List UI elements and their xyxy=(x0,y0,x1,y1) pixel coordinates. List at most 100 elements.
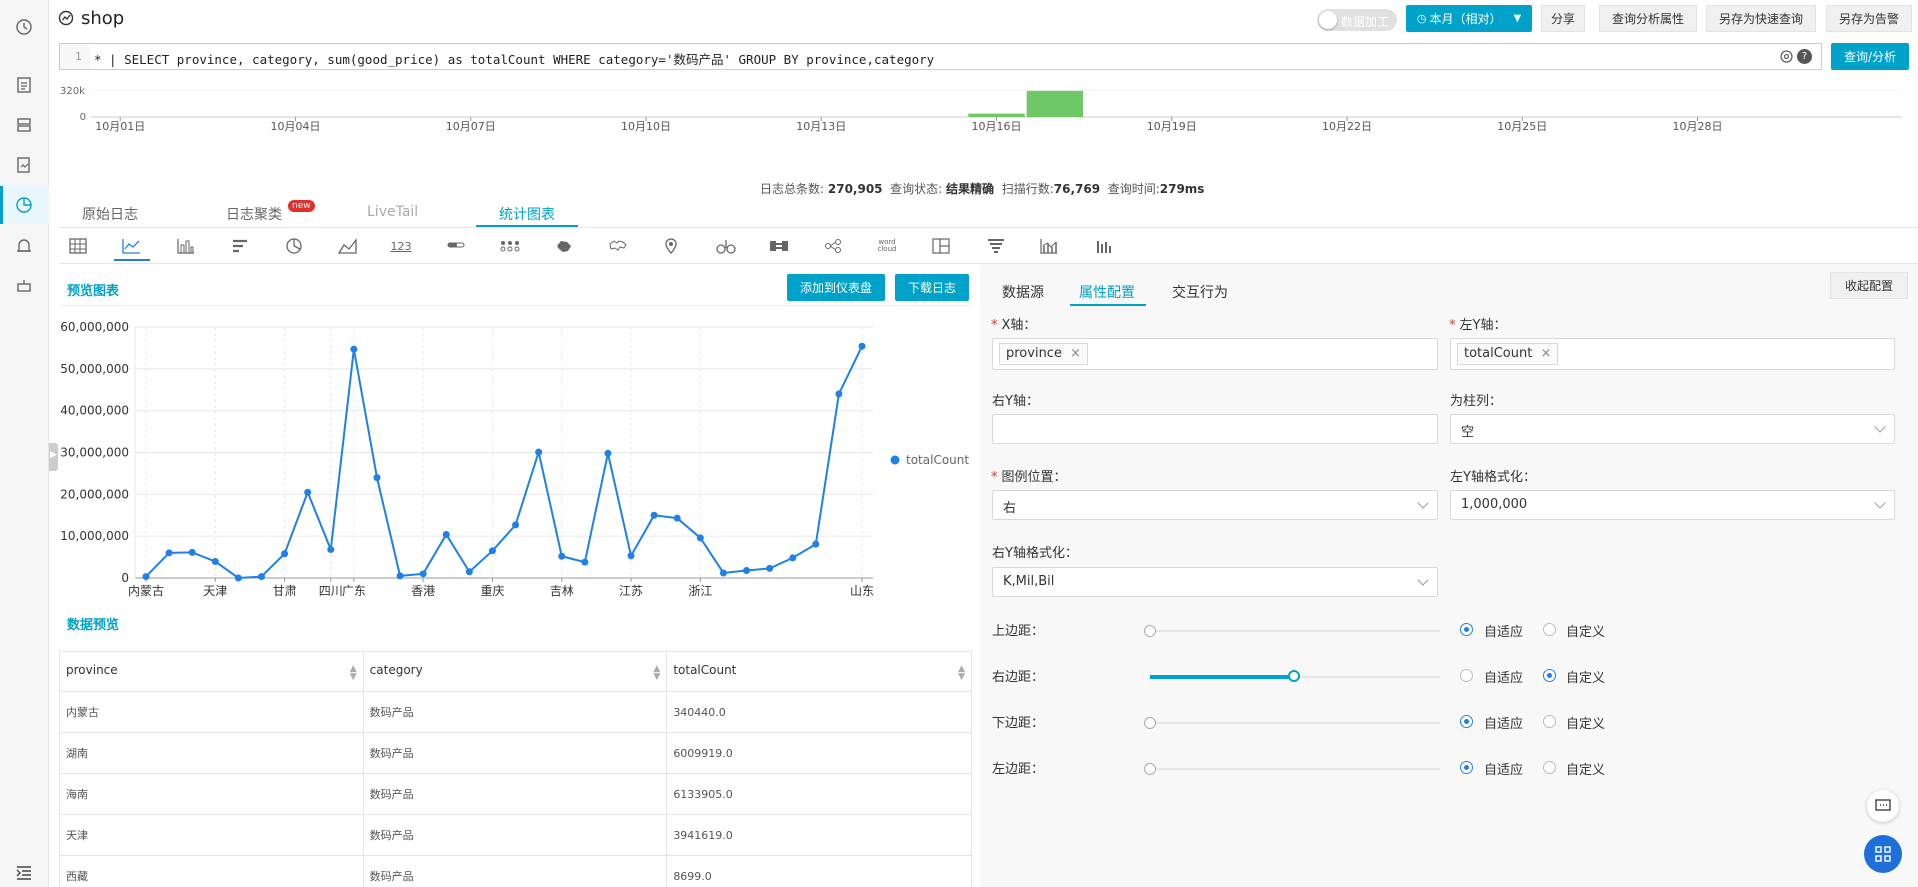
hist-x-label: 10月07日 xyxy=(446,120,496,133)
world-map-icon[interactable] xyxy=(608,237,628,255)
save-alert-button[interactable]: 另存为告警 xyxy=(1826,5,1912,32)
query-attrs-button[interactable]: 查询分析属性 xyxy=(1599,5,1697,32)
bar-chart-icon[interactable] xyxy=(230,237,250,255)
table-cell: 西藏 xyxy=(59,855,364,887)
margin-right-custom-radio[interactable] xyxy=(1543,669,1556,682)
alert-icon[interactable] xyxy=(13,234,35,256)
margin-left-slider-knob[interactable] xyxy=(1144,763,1156,775)
right-y-format-select[interactable]: K,Mil,Bil xyxy=(992,567,1438,597)
margin-top-auto-radio[interactable] xyxy=(1460,623,1473,636)
flow-chart-icon[interactable] xyxy=(716,237,736,255)
storage-icon[interactable] xyxy=(13,114,35,136)
column-header-label: province xyxy=(66,662,118,677)
data-point xyxy=(465,568,473,576)
query-submit-button[interactable]: 查询/分析 xyxy=(1831,43,1909,70)
scan-value: 76,769 xyxy=(1053,182,1101,196)
collapse-config-button[interactable]: 收起配置 xyxy=(1830,272,1908,299)
margin-bottom-slider-knob[interactable] xyxy=(1144,717,1156,729)
column-header-totalcount[interactable]: totalCount ▲ ▼ xyxy=(666,651,972,692)
margin-left-label: 左边距： xyxy=(992,762,1045,777)
word-cloud-icon[interactable]: word cloud xyxy=(877,237,897,255)
sort-icon[interactable]: ▲ ▼ xyxy=(653,664,660,681)
funnel-icon[interactable] xyxy=(986,237,1006,255)
column-header-category[interactable]: category ▲ ▼ xyxy=(362,651,668,692)
remove-tag-icon[interactable]: × xyxy=(1070,346,1081,361)
data-point xyxy=(719,569,727,577)
left-y-format-select[interactable]: 1,000,000 xyxy=(1450,490,1895,520)
margin-right-auto-radio[interactable] xyxy=(1460,669,1473,682)
right-y-axis-field[interactable] xyxy=(992,414,1438,444)
x-axis-field[interactable]: province × xyxy=(992,338,1438,370)
margin-top-slider[interactable] xyxy=(1150,630,1440,632)
data-point xyxy=(696,534,704,542)
line-chart-icon[interactable] xyxy=(121,237,141,255)
help-icon[interactable]: ? xyxy=(1797,49,1812,64)
margin-left-slider[interactable] xyxy=(1150,768,1440,770)
save-quick-query-button[interactable]: 另存为快速查询 xyxy=(1706,5,1816,32)
location-map-icon[interactable] xyxy=(661,237,681,255)
sankey-icon[interactable] xyxy=(769,237,789,255)
report-icon[interactable] xyxy=(13,154,35,176)
chart-type-active-indicator xyxy=(114,259,150,261)
single-value-icon[interactable]: 123 xyxy=(391,237,412,255)
data-point xyxy=(234,574,242,582)
sort-icon[interactable]: ▲ ▼ xyxy=(958,664,965,681)
tab-livetail[interactable]: LiveTail xyxy=(367,204,418,226)
histogram-chart-icon[interactable] xyxy=(1094,237,1114,255)
china-map-icon[interactable] xyxy=(554,237,574,255)
margin-bottom-auto-radio[interactable] xyxy=(1460,715,1473,728)
margin-left-auto-radio[interactable] xyxy=(1460,761,1473,774)
margin-top-label: 上边距： xyxy=(992,624,1045,639)
combo-chart-icon[interactable] xyxy=(1039,237,1059,255)
tab-data-source[interactable]: 数据源 xyxy=(1002,282,1044,302)
settings-icon[interactable] xyxy=(1779,49,1794,68)
apps-button[interactable] xyxy=(1864,835,1902,873)
progress-bar-icon[interactable] xyxy=(446,237,466,255)
margin-left-custom-radio[interactable] xyxy=(1543,761,1556,774)
feedback-button[interactable] xyxy=(1867,790,1899,822)
margin-top-custom-radio[interactable] xyxy=(1543,623,1556,636)
left-y-axis-label: * 左Y轴： xyxy=(1449,318,1507,333)
time-range-button[interactable]: ◷ 本月（相对） ▼ xyxy=(1406,5,1532,32)
tab-log-cluster[interactable]: 日志聚类 new xyxy=(226,200,315,226)
data-point xyxy=(535,448,543,456)
dashboard-icon[interactable] xyxy=(13,274,35,296)
column-select-value: 空 xyxy=(1461,425,1475,440)
treemap-icon[interactable] xyxy=(931,237,951,255)
margin-top-slider-knob[interactable] xyxy=(1144,625,1156,637)
column-chart-icon[interactable] xyxy=(176,237,196,255)
share-button[interactable]: 分享 xyxy=(1541,5,1585,32)
query-text[interactable]: * | SELECT province, category, sum(good_… xyxy=(94,49,934,68)
column-select[interactable]: 空 xyxy=(1450,414,1895,444)
tab-raw-logs[interactable]: 原始日志 xyxy=(82,204,138,226)
collapse-menu-icon[interactable] xyxy=(13,862,35,884)
sidebar-toggle-handle[interactable]: ▶ xyxy=(49,443,58,471)
margin-bottom-slider[interactable] xyxy=(1150,722,1440,724)
tree-chart-icon[interactable] xyxy=(823,237,843,255)
data-processing-toggle[interactable]: 数据加工 xyxy=(1317,9,1397,31)
data-point xyxy=(766,564,774,572)
chart-pie-icon[interactable] xyxy=(13,194,35,216)
margin-right-slider-knob[interactable] xyxy=(1288,670,1300,682)
area-chart-icon[interactable] xyxy=(338,237,358,255)
remove-tag-icon[interactable]: × xyxy=(1540,346,1551,361)
column-header-province[interactable]: province ▲ ▼ xyxy=(59,651,364,692)
data-point xyxy=(488,547,496,555)
scatter-icon[interactable] xyxy=(500,237,520,255)
tab-interaction[interactable]: 交互行为 xyxy=(1172,282,1228,302)
add-to-dashboard-button[interactable]: 添加到仪表盘 xyxy=(787,274,885,301)
left-y-axis-field[interactable]: totalCount × xyxy=(1450,338,1895,370)
margin-bottom-custom-radio[interactable] xyxy=(1543,715,1556,728)
table-chart-icon[interactable] xyxy=(68,237,88,255)
download-logs-button[interactable]: 下载日志 xyxy=(895,274,969,301)
clock-icon[interactable] xyxy=(13,16,35,38)
legend-position-select[interactable]: 右 xyxy=(992,490,1438,520)
document-icon[interactable] xyxy=(13,74,35,96)
data-point xyxy=(604,449,612,457)
tab-attribute-config[interactable]: 属性配置 xyxy=(1079,282,1135,302)
sort-icon[interactable]: ▲ ▼ xyxy=(350,664,357,681)
tab-statistics-chart[interactable]: 统计图表 xyxy=(499,204,555,226)
pie-chart-icon[interactable] xyxy=(284,237,304,255)
margin-bottom-auto-label: 自适应 xyxy=(1484,717,1524,732)
query-editor[interactable]: 1 * | SELECT province, category, sum(goo… xyxy=(59,43,1822,70)
